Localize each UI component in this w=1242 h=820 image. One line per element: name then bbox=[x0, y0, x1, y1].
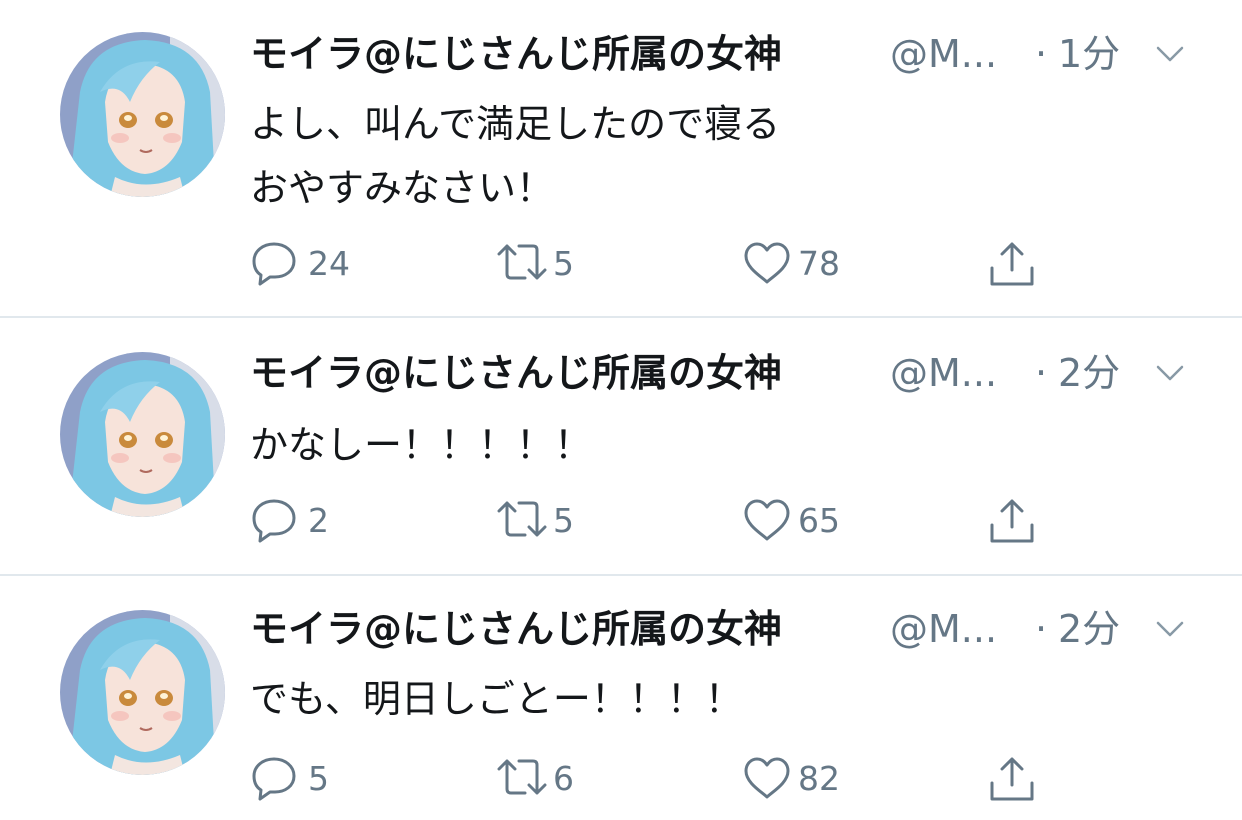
retweet-arrows-icon bbox=[497, 501, 547, 537]
display-name[interactable]: モイラ@にじさんじ所属の女神 bbox=[250, 30, 782, 78]
share-upload-icon bbox=[990, 757, 1034, 801]
like-count: 78 bbox=[798, 244, 840, 283]
share-upload-icon bbox=[990, 242, 1034, 286]
tweet[interactable]: モイラ@にじさんじ所属の女神 @M... · 2分 でも、明日しごとー！！！！ … bbox=[0, 575, 1242, 820]
retweet-count: 6 bbox=[553, 759, 574, 798]
like-count: 82 bbox=[798, 759, 840, 798]
heart-icon bbox=[744, 757, 790, 799]
retweet-count: 5 bbox=[553, 244, 574, 283]
tweet-text: よし、叫んで満足したので寝る おやすみなさい！ bbox=[250, 102, 781, 210]
retweet-count: 5 bbox=[553, 501, 574, 540]
avatar-image bbox=[60, 32, 225, 197]
user-handle[interactable]: @M... bbox=[890, 30, 997, 78]
like-count: 65 bbox=[798, 501, 840, 540]
timestamp[interactable]: 1分 bbox=[1058, 30, 1120, 78]
separator-dot: · bbox=[1035, 351, 1048, 395]
reply-count: 24 bbox=[308, 244, 350, 283]
timestamp[interactable]: 2分 bbox=[1058, 605, 1120, 653]
speech-bubble-icon bbox=[252, 499, 296, 543]
avatar[interactable] bbox=[60, 352, 225, 517]
share-upload-icon bbox=[990, 499, 1034, 543]
tweet-text: でも、明日しごとー！！！！ bbox=[250, 677, 743, 721]
avatar-image bbox=[60, 352, 225, 517]
speech-bubble-icon bbox=[252, 242, 296, 286]
tweet-actions: 24 5 78 bbox=[250, 238, 1050, 288]
retweet-arrows-icon bbox=[497, 244, 547, 280]
avatar[interactable] bbox=[60, 32, 225, 197]
timestamp[interactable]: 2分 bbox=[1058, 349, 1120, 397]
speech-bubble-icon bbox=[252, 757, 296, 801]
avatar[interactable] bbox=[60, 610, 225, 775]
tweet[interactable]: モイラ@にじさんじ所属の女神 @M... · 1分 よし、叫んで満足したので寝る… bbox=[0, 0, 1242, 316]
tweet-actions: 5 6 82 bbox=[250, 753, 1050, 803]
chevron-down-icon[interactable] bbox=[1155, 42, 1185, 66]
display-name[interactable]: モイラ@にじさんじ所属の女神 bbox=[250, 349, 782, 397]
user-handle[interactable]: @M... bbox=[890, 349, 997, 397]
user-handle[interactable]: @M... bbox=[890, 605, 997, 653]
tweet[interactable]: モイラ@にじさんじ所属の女神 @M... · 2分 かなしー！！！！！ 2 5 bbox=[0, 317, 1242, 574]
chevron-down-icon[interactable] bbox=[1155, 617, 1185, 641]
separator-dot: · bbox=[1035, 607, 1048, 651]
heart-icon bbox=[744, 242, 790, 284]
heart-icon bbox=[744, 499, 790, 541]
timeline-feed: モイラ@にじさんじ所属の女神 @M... · 1分 よし、叫んで満足したので寝る… bbox=[0, 0, 1242, 820]
tweet-text: かなしー！！！！！ bbox=[250, 423, 593, 467]
display-name[interactable]: モイラ@にじさんじ所属の女神 bbox=[250, 605, 782, 653]
avatar-image bbox=[60, 610, 225, 775]
separator-dot: · bbox=[1035, 32, 1048, 76]
tweet-actions: 2 5 65 bbox=[250, 495, 1050, 545]
retweet-arrows-icon bbox=[497, 759, 547, 795]
chevron-down-icon[interactable] bbox=[1155, 361, 1185, 385]
reply-count: 5 bbox=[308, 759, 329, 798]
reply-count: 2 bbox=[308, 501, 329, 540]
